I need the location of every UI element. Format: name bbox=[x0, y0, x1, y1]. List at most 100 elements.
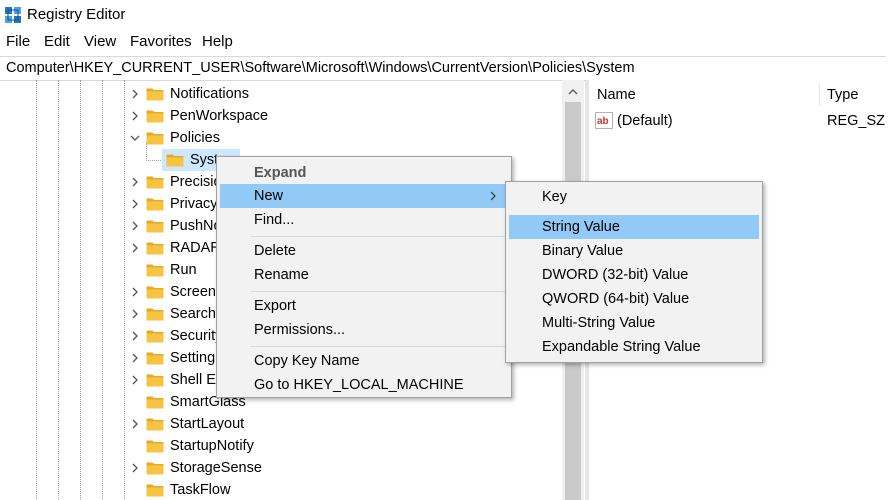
tree-item[interactable]: PenWorkspace bbox=[0, 105, 560, 127]
new-key[interactable]: Key bbox=[509, 185, 759, 209]
submenu-arrow-icon bbox=[490, 191, 496, 201]
chevron-right-icon[interactable] bbox=[130, 375, 140, 385]
new-key-label: Key bbox=[542, 189, 567, 205]
menu-separator bbox=[251, 346, 505, 347]
new-dword-value[interactable]: DWORD (32-bit) Value bbox=[509, 263, 759, 287]
registry-editor-icon bbox=[5, 7, 21, 23]
tree-item-label: TaskFlow bbox=[170, 482, 231, 498]
chevron-right-icon[interactable] bbox=[130, 177, 140, 187]
tree-item[interactable]: StartupNotify bbox=[0, 435, 560, 457]
ctx-new-label: New bbox=[254, 188, 284, 204]
ctx-expand[interactable]: Expand bbox=[220, 161, 508, 185]
scroll-up-arrow-icon[interactable] bbox=[567, 86, 579, 98]
address-bar[interactable]: Computer\HKEY_CURRENT_USER\Software\Micr… bbox=[0, 56, 886, 81]
chevron-right-icon[interactable] bbox=[130, 331, 140, 341]
new-binary-value[interactable]: Binary Value bbox=[509, 239, 759, 263]
new-qword-value-label: QWORD (64-bit) Value bbox=[542, 291, 690, 307]
folder-icon bbox=[146, 396, 164, 409]
tree-item-label: RADAR bbox=[170, 240, 221, 256]
chevron-right-icon[interactable] bbox=[130, 243, 140, 253]
ctx-delete-label: Delete bbox=[254, 243, 296, 259]
new-dword-value-label: DWORD (32-bit) Value bbox=[542, 267, 689, 283]
ctx-rename-label: Rename bbox=[254, 267, 309, 283]
new-qword-value[interactable]: QWORD (64-bit) Value bbox=[509, 287, 759, 311]
chevron-right-icon[interactable] bbox=[130, 199, 140, 209]
tree-item-label: StartupNotify bbox=[170, 438, 254, 454]
value-name: (Default) bbox=[617, 113, 673, 129]
new-multi-string-value[interactable]: Multi-String Value bbox=[509, 311, 759, 335]
tree-item-label: Search bbox=[170, 306, 216, 322]
ctx-new[interactable]: New bbox=[220, 184, 508, 208]
window-title: Registry Editor bbox=[27, 6, 126, 23]
ctx-delete[interactable]: Delete bbox=[220, 239, 508, 263]
menu-favorites[interactable]: Favorites bbox=[130, 33, 192, 50]
chevron-right-icon[interactable] bbox=[130, 309, 140, 319]
folder-icon bbox=[146, 220, 164, 233]
tree-item[interactable]: StorageSense bbox=[0, 457, 560, 479]
context-menu: Expand New Find... Delete Rename Export … bbox=[216, 156, 512, 398]
folder-icon bbox=[146, 88, 164, 101]
svg-text:ab: ab bbox=[597, 116, 609, 127]
menu-file[interactable]: File bbox=[6, 33, 30, 50]
folder-icon bbox=[146, 440, 164, 453]
tree-item-label: Notifications bbox=[170, 86, 249, 102]
folder-icon bbox=[146, 352, 164, 365]
title-bar: Registry Editor bbox=[0, 0, 888, 30]
new-multi-string-value-label: Multi-String Value bbox=[542, 315, 656, 331]
folder-icon bbox=[146, 418, 164, 431]
column-separator[interactable] bbox=[819, 82, 820, 106]
ctx-find-label: Find... bbox=[254, 212, 295, 228]
new-expandable-string-value-label: Expandable String Value bbox=[542, 339, 701, 355]
menu-edit[interactable]: Edit bbox=[44, 33, 70, 50]
chevron-right-icon[interactable] bbox=[130, 353, 140, 363]
ctx-export-label: Export bbox=[254, 298, 296, 314]
chevron-right-icon[interactable] bbox=[130, 463, 140, 473]
folder-icon bbox=[146, 374, 164, 387]
folder-icon bbox=[146, 264, 164, 277]
tree-item[interactable]: Notifications bbox=[0, 83, 560, 105]
new-expandable-string-value[interactable]: Expandable String Value bbox=[509, 335, 759, 359]
value-row[interactable]: ab (Default) REG_SZ bbox=[589, 110, 888, 132]
new-string-value-label: String Value bbox=[542, 219, 620, 235]
ctx-goto-hklm-label: Go to HKEY_LOCAL_MACHINE bbox=[254, 377, 464, 393]
ctx-export[interactable]: Export bbox=[220, 294, 508, 318]
tree-item[interactable]: TaskFlow bbox=[0, 479, 560, 500]
chevron-right-icon[interactable] bbox=[130, 221, 140, 231]
chevron-right-icon[interactable] bbox=[130, 111, 140, 121]
folder-icon bbox=[146, 462, 164, 475]
menu-help[interactable]: Help bbox=[202, 33, 233, 50]
ctx-permissions-label: Permissions... bbox=[254, 322, 346, 338]
tree-item-label: Run bbox=[170, 262, 197, 278]
folder-icon bbox=[146, 242, 164, 255]
folder-icon bbox=[146, 176, 164, 189]
tree-connector bbox=[146, 143, 161, 161]
folder-icon bbox=[146, 330, 164, 343]
ctx-copy-key-name[interactable]: Copy Key Name bbox=[220, 349, 508, 373]
chevron-down-icon[interactable] bbox=[130, 133, 140, 143]
new-submenu: Key String Value Binary Value DWORD (32-… bbox=[505, 181, 763, 363]
tree-item[interactable]: StartLayout bbox=[0, 413, 560, 435]
new-string-value[interactable]: String Value bbox=[509, 215, 759, 239]
chevron-right-icon[interactable] bbox=[130, 287, 140, 297]
folder-icon bbox=[146, 110, 164, 123]
chevron-right-icon[interactable] bbox=[130, 419, 140, 429]
value-type: REG_SZ bbox=[827, 113, 886, 129]
ctx-goto-hklm[interactable]: Go to HKEY_LOCAL_MACHINE bbox=[220, 373, 508, 397]
menu-separator bbox=[251, 291, 505, 292]
tree-item-label: StartLayout bbox=[170, 416, 245, 432]
tree-item-label: Policies bbox=[170, 130, 220, 146]
address-path[interactable]: Computer\HKEY_CURRENT_USER\Software\Micr… bbox=[6, 60, 635, 76]
ctx-permissions[interactable]: Permissions... bbox=[220, 318, 508, 342]
folder-icon bbox=[146, 286, 164, 299]
menu-view[interactable]: View bbox=[84, 33, 116, 50]
string-value-icon: ab bbox=[595, 112, 613, 129]
tree-item-label: PenWorkspace bbox=[170, 108, 269, 124]
ctx-find[interactable]: Find... bbox=[220, 208, 508, 232]
folder-icon bbox=[146, 308, 164, 321]
tree-item[interactable]: Policies bbox=[0, 127, 560, 149]
ctx-rename[interactable]: Rename bbox=[220, 263, 508, 287]
folder-icon bbox=[146, 484, 164, 497]
ctx-expand-label: Expand bbox=[254, 165, 307, 181]
chevron-right-icon[interactable] bbox=[130, 89, 140, 99]
tree-item-label: Privacy bbox=[170, 196, 218, 212]
